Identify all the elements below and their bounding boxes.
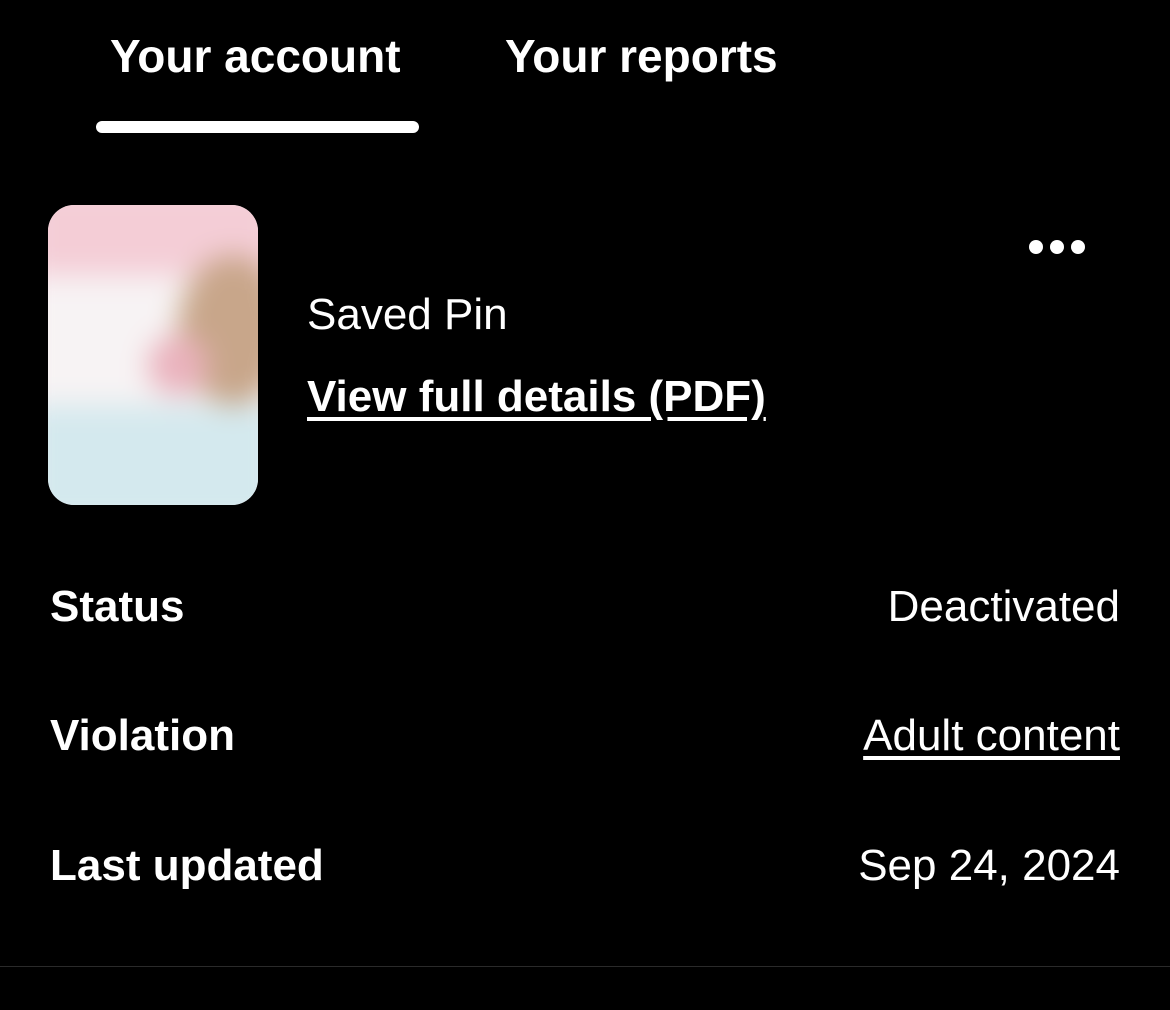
divider xyxy=(0,966,1170,967)
last-updated-label: Last updated xyxy=(50,841,324,890)
tab-your-reports[interactable]: Your reports xyxy=(505,28,778,84)
item-type-label: Saved Pin xyxy=(307,290,508,339)
last-updated-row: Last updated Sep 24, 2024 xyxy=(0,837,1170,897)
report-item-card: Saved Pin View full details (PDF) xyxy=(0,190,1170,530)
tab-bar: Your account Your reports xyxy=(0,0,1170,140)
status-value: Deactivated xyxy=(887,582,1120,631)
more-options-button[interactable] xyxy=(1022,230,1092,264)
status-label: Status xyxy=(50,582,185,631)
last-updated-value: Sep 24, 2024 xyxy=(858,841,1120,890)
violation-row: Violation Adult content xyxy=(0,707,1170,767)
status-row: Status Deactivated xyxy=(0,578,1170,638)
view-full-details-link[interactable]: View full details (PDF) xyxy=(307,370,766,424)
violation-label: Violation xyxy=(50,711,235,760)
violation-value-link[interactable]: Adult content xyxy=(863,707,1120,765)
pin-thumbnail[interactable] xyxy=(48,205,258,505)
tab-your-account[interactable]: Your account xyxy=(110,28,401,84)
active-tab-indicator xyxy=(96,121,419,133)
more-horizontal-icon xyxy=(1029,240,1043,254)
